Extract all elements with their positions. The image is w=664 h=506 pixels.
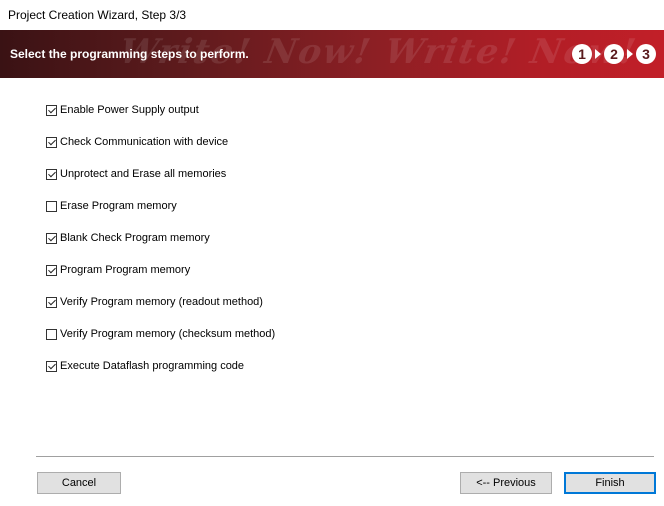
window-title: Project Creation Wizard, Step 3/3 xyxy=(8,8,187,22)
option-erase-program-memory[interactable]: Erase Program memory xyxy=(46,198,177,214)
checkbox[interactable] xyxy=(46,104,57,116)
checkbox[interactable] xyxy=(46,328,57,340)
option-verify-checksum[interactable]: Verify Program memory (checksum method) xyxy=(46,326,275,342)
banner-heading: Select the programming steps to perform. xyxy=(10,47,249,61)
checkbox[interactable] xyxy=(46,264,57,276)
option-verify-readout[interactable]: Verify Program memory (readout method) xyxy=(46,294,263,310)
option-label: Erase Program memory xyxy=(60,200,177,212)
checkbox[interactable] xyxy=(46,136,57,148)
option-label: Enable Power Supply output xyxy=(60,104,199,116)
cancel-button[interactable]: Cancel xyxy=(37,472,121,494)
checkbox[interactable] xyxy=(46,296,57,308)
option-label: Verify Program memory (checksum method) xyxy=(60,328,276,340)
wizard-banner: Write! Now! Write! Now! Select the progr… xyxy=(0,30,664,78)
previous-button[interactable]: <-- Previous xyxy=(460,472,552,494)
checkbox[interactable] xyxy=(46,232,57,244)
option-label: Unprotect and Erase all memories xyxy=(60,168,227,180)
title-bar: Project Creation Wizard, Step 3/3 xyxy=(0,0,664,30)
option-label: Execute Dataflash programming code xyxy=(60,360,245,372)
checkbox[interactable] xyxy=(46,168,57,180)
option-label: Verify Program memory (readout method) xyxy=(60,296,263,308)
option-unprotect-erase-all[interactable]: Unprotect and Erase all memories xyxy=(46,166,226,182)
step-3-icon: 3 xyxy=(636,44,656,64)
option-check-communication[interactable]: Check Communication with device xyxy=(46,134,228,150)
option-label: Blank Check Program memory xyxy=(60,232,210,244)
option-label: Check Communication with device xyxy=(60,136,229,148)
option-enable-power-supply[interactable]: Enable Power Supply output xyxy=(46,102,199,118)
footer-divider xyxy=(36,456,654,457)
option-execute-dataflash[interactable]: Execute Dataflash programming code xyxy=(46,358,244,374)
step-1-icon: 1 xyxy=(572,44,592,64)
finish-button[interactable]: Finish xyxy=(564,472,656,494)
option-label: Program Program memory xyxy=(60,264,191,276)
step-2-icon: 2 xyxy=(604,44,624,64)
step-arrow-icon xyxy=(627,49,633,59)
option-program-memory[interactable]: Program Program memory xyxy=(46,262,190,278)
step-indicator: 1 2 3 xyxy=(572,44,656,64)
checkbox[interactable] xyxy=(46,360,57,372)
step-arrow-icon xyxy=(595,49,601,59)
checkbox[interactable] xyxy=(46,200,57,212)
option-blank-check[interactable]: Blank Check Program memory xyxy=(46,230,210,246)
